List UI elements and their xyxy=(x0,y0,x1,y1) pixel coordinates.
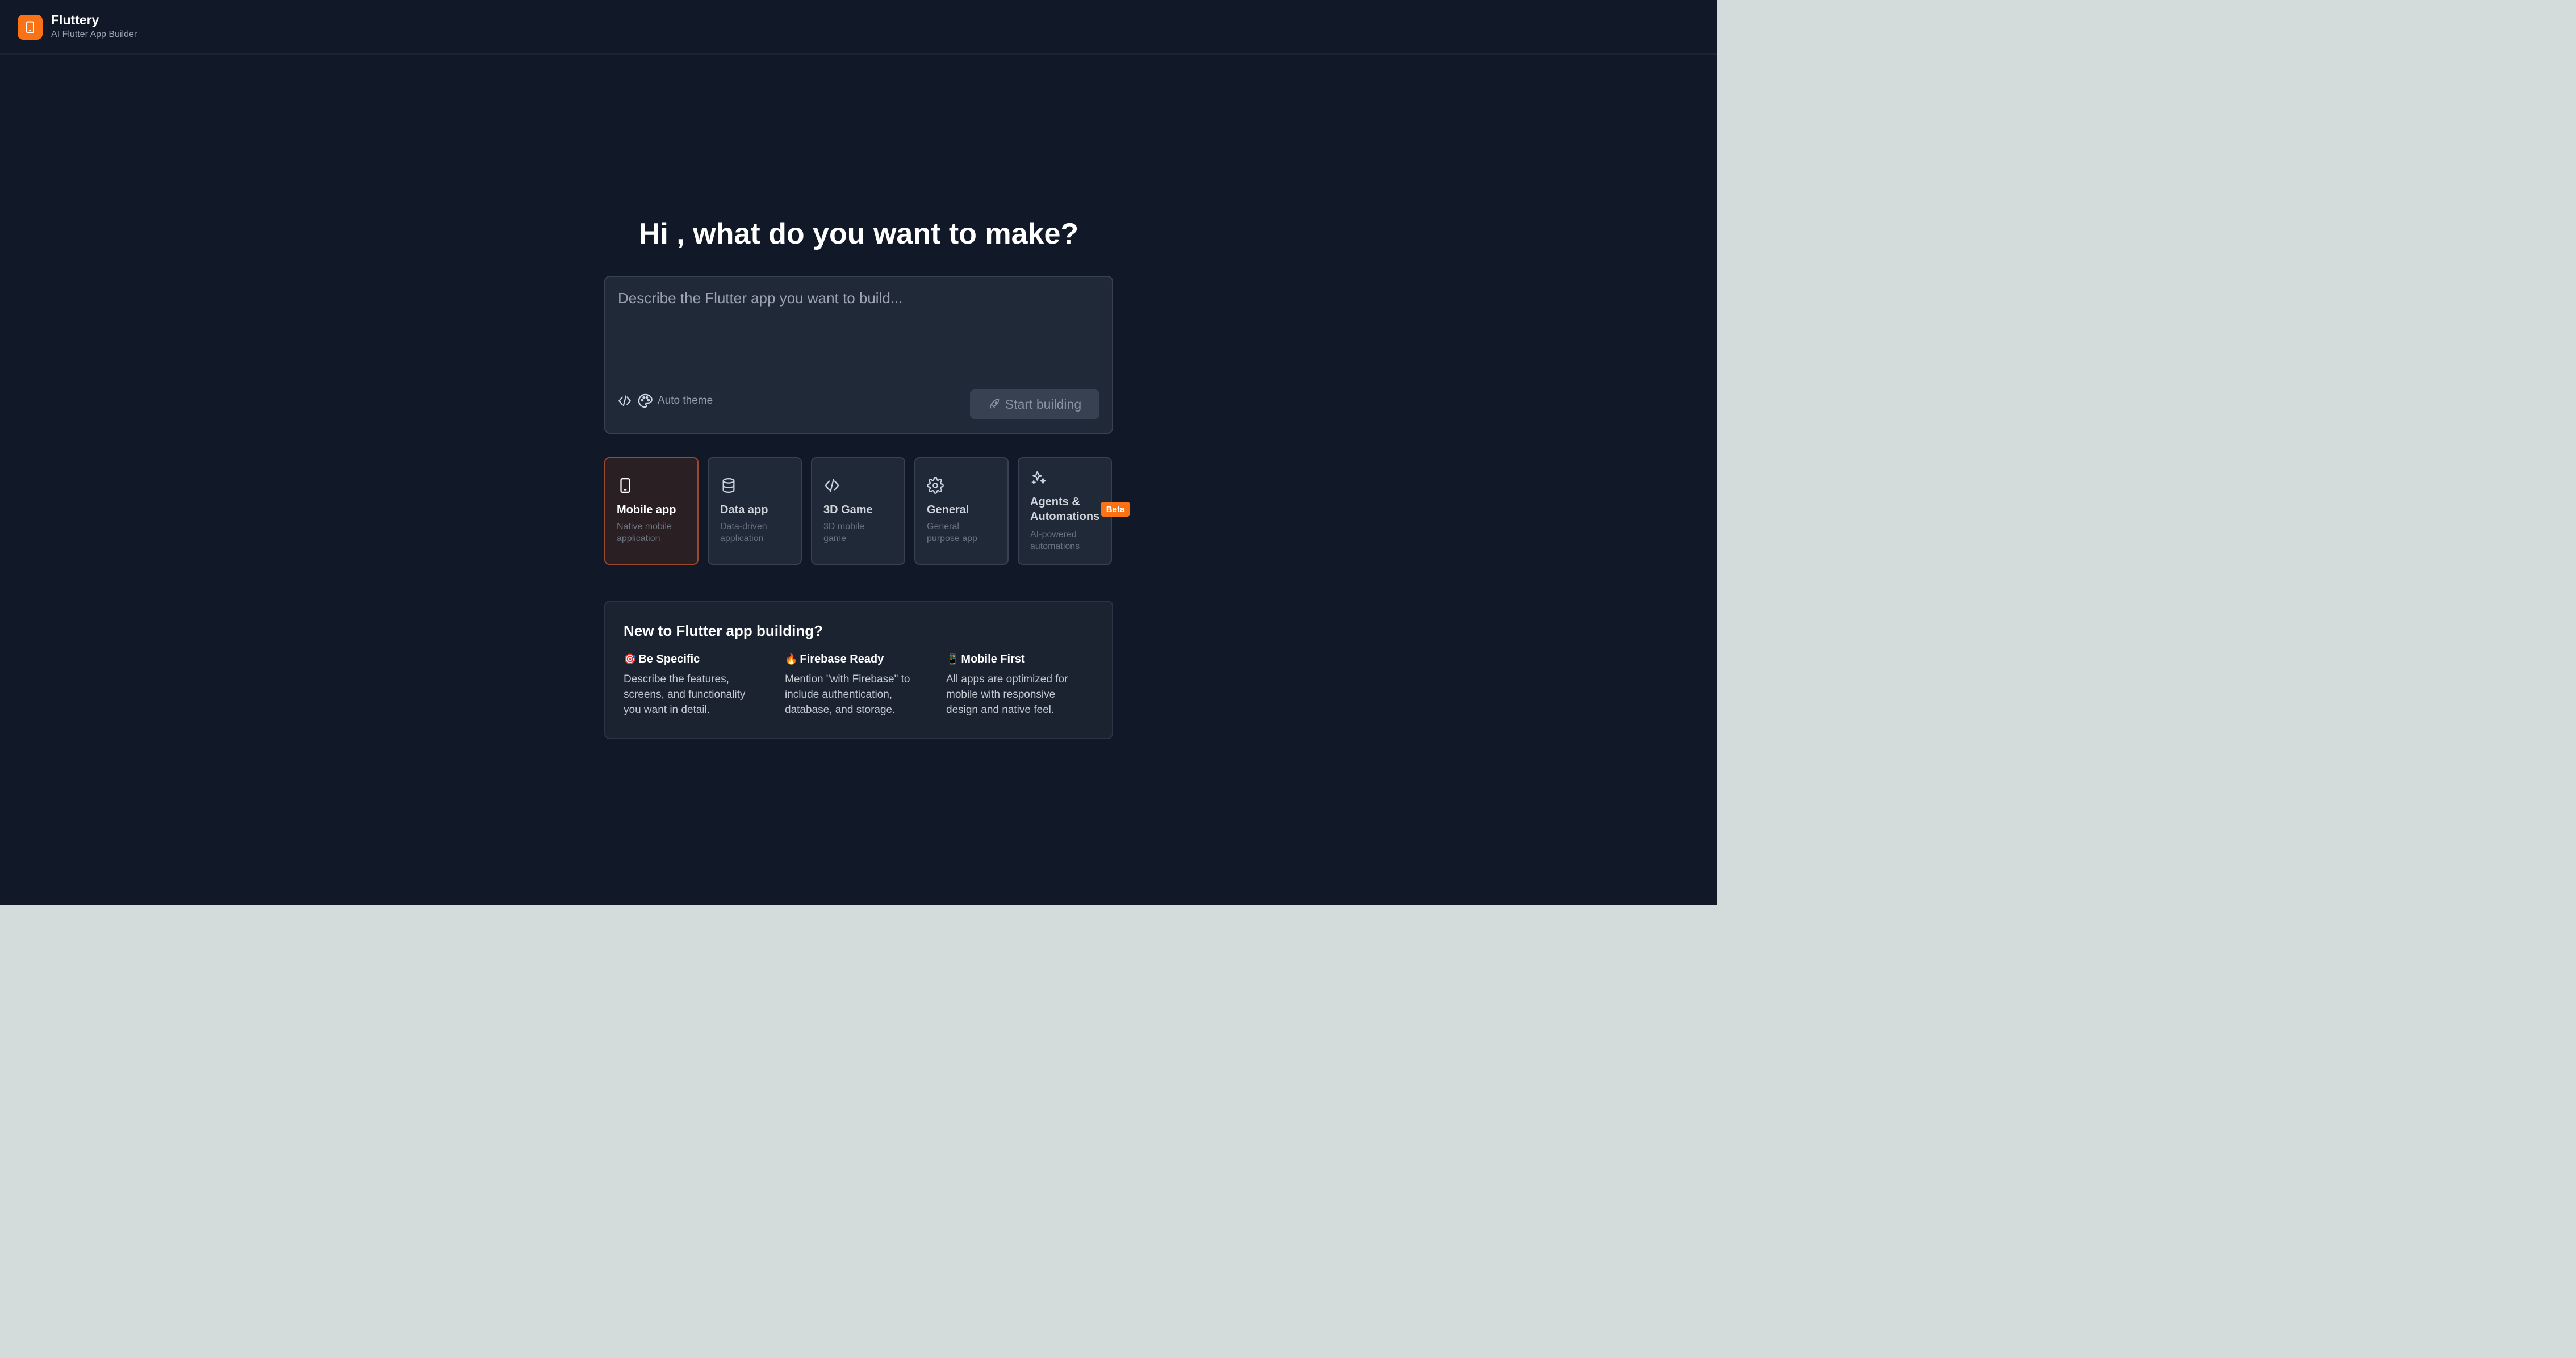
app-type-card-general[interactable]: General General purpose app xyxy=(914,457,1009,565)
app-subtitle: AI Flutter App Builder xyxy=(51,30,137,39)
app-type-title: Mobile app xyxy=(617,504,676,516)
app-type-card-data[interactable]: Data app Data-driven application xyxy=(708,457,802,565)
code-icon xyxy=(825,479,839,492)
app-type-title: General xyxy=(927,504,969,516)
palette-icon xyxy=(638,393,653,408)
tip-text: Mention "with Firebase" to include authe… xyxy=(785,673,910,716)
app-type-description: General purpose app xyxy=(927,522,977,543)
tip-heading-label: Mobile First xyxy=(961,653,1025,665)
prompt-input[interactable] xyxy=(618,290,1101,375)
app-type-title: Agents & Automations xyxy=(1030,496,1100,523)
app-type-card-game[interactable]: 3D Game 3D mobile game xyxy=(811,457,905,565)
app-name: Fluttery xyxy=(51,12,99,27)
prompt-box: Auto theme Start building xyxy=(604,276,1113,434)
app-type-description: Native mobile application xyxy=(617,522,672,543)
top-bar: Fluttery AI Flutter App Builder xyxy=(0,0,1717,55)
smartphone-icon xyxy=(620,478,630,493)
tip-heading: 🔥 Firebase Ready xyxy=(785,653,927,666)
code-icon xyxy=(618,395,631,406)
start-building-button[interactable]: Start building xyxy=(970,389,1099,419)
app-type-description: AI-powered automations xyxy=(1030,530,1080,551)
tip-heading: 🎯 Be Specific xyxy=(624,653,766,666)
tip-item: 📱 Mobile First All apps are optimized fo… xyxy=(946,653,1088,718)
app-logo[interactable] xyxy=(18,15,43,40)
app-type-card-mobile[interactable]: Mobile app Native mobile application xyxy=(604,457,699,565)
tip-heading: 📱 Mobile First xyxy=(946,653,1088,666)
app-type-card-agents[interactable]: Agents & Automations AI-powered automati… xyxy=(1018,457,1112,565)
theme-selector-button[interactable]: Auto theme xyxy=(637,392,713,410)
code-toggle-button[interactable] xyxy=(617,393,633,409)
tips-title: New to Flutter app building? xyxy=(624,622,823,639)
page-title: Hi , what do you want to make? xyxy=(638,217,1079,250)
target-icon: 🎯 xyxy=(624,653,637,665)
app-type-description: 3D mobile game xyxy=(823,522,865,543)
app-window: Fluttery AI Flutter App Builder Hi , wha… xyxy=(0,0,1717,905)
tip-item: 🔥 Firebase Ready Mention "with Firebase"… xyxy=(785,653,927,718)
tips-panel: New to Flutter app building? 🎯 Be Specif… xyxy=(604,601,1113,739)
start-building-label: Start building xyxy=(1005,396,1082,412)
sparkles-icon xyxy=(1031,471,1046,485)
fire-icon: 🔥 xyxy=(785,653,798,665)
tip-heading-label: Be Specific xyxy=(638,653,700,665)
app-type-description: Data-driven application xyxy=(720,522,767,543)
tip-text: Describe the features, screens, and func… xyxy=(624,673,746,716)
mobile-phone-icon: 📱 xyxy=(946,653,959,665)
tip-heading-label: Firebase Ready xyxy=(800,653,884,665)
tip-text: All apps are optimized for mobile with r… xyxy=(946,673,1068,716)
phone-icon xyxy=(26,21,34,33)
app-type-title: Data app xyxy=(720,504,768,516)
theme-label: Auto theme xyxy=(658,395,713,406)
beta-badge: Beta xyxy=(1101,502,1130,517)
rocket-icon xyxy=(989,399,1000,409)
tip-item: 🎯 Be Specific Describe the features, scr… xyxy=(624,653,766,718)
gear-icon xyxy=(927,477,944,494)
database-icon xyxy=(722,478,735,493)
app-type-title: 3D Game xyxy=(823,504,873,516)
